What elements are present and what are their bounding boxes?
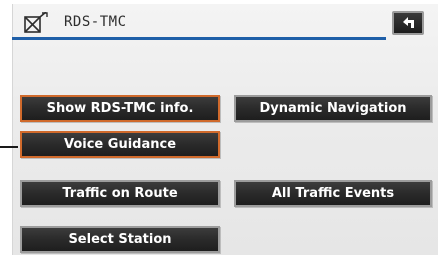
traffic-on-route-label: Traffic on Route	[62, 186, 178, 201]
all-traffic-events-label: All Traffic Events	[271, 186, 395, 201]
header-divider	[12, 37, 386, 40]
all-traffic-events-button[interactable]: All Traffic Events	[234, 180, 432, 207]
page-title: RDS-TMC	[64, 14, 127, 30]
satellite-dish-crossed-icon	[24, 12, 48, 33]
voice-guidance-label: Voice Guidance	[63, 137, 177, 152]
rds-tmc-screen	[12, 4, 438, 255]
return-arrow-icon	[403, 17, 414, 28]
traffic-on-route-button[interactable]: Traffic on Route	[20, 180, 220, 207]
select-station-button[interactable]: Select Station	[20, 226, 220, 253]
select-station-label: Select Station	[68, 232, 172, 247]
show-rds-tmc-info-button[interactable]: Show RDS-TMC info.	[20, 95, 220, 122]
voice-guidance-button[interactable]: Voice Guidance	[20, 131, 220, 158]
dynamic-navigation-button[interactable]: Dynamic Navigation	[234, 95, 432, 122]
show-rds-tmc-info-label: Show RDS-TMC info.	[46, 101, 194, 116]
back-button[interactable]	[392, 11, 424, 35]
dynamic-navigation-label: Dynamic Navigation	[259, 101, 407, 116]
callout-pointer-line	[0, 146, 18, 148]
